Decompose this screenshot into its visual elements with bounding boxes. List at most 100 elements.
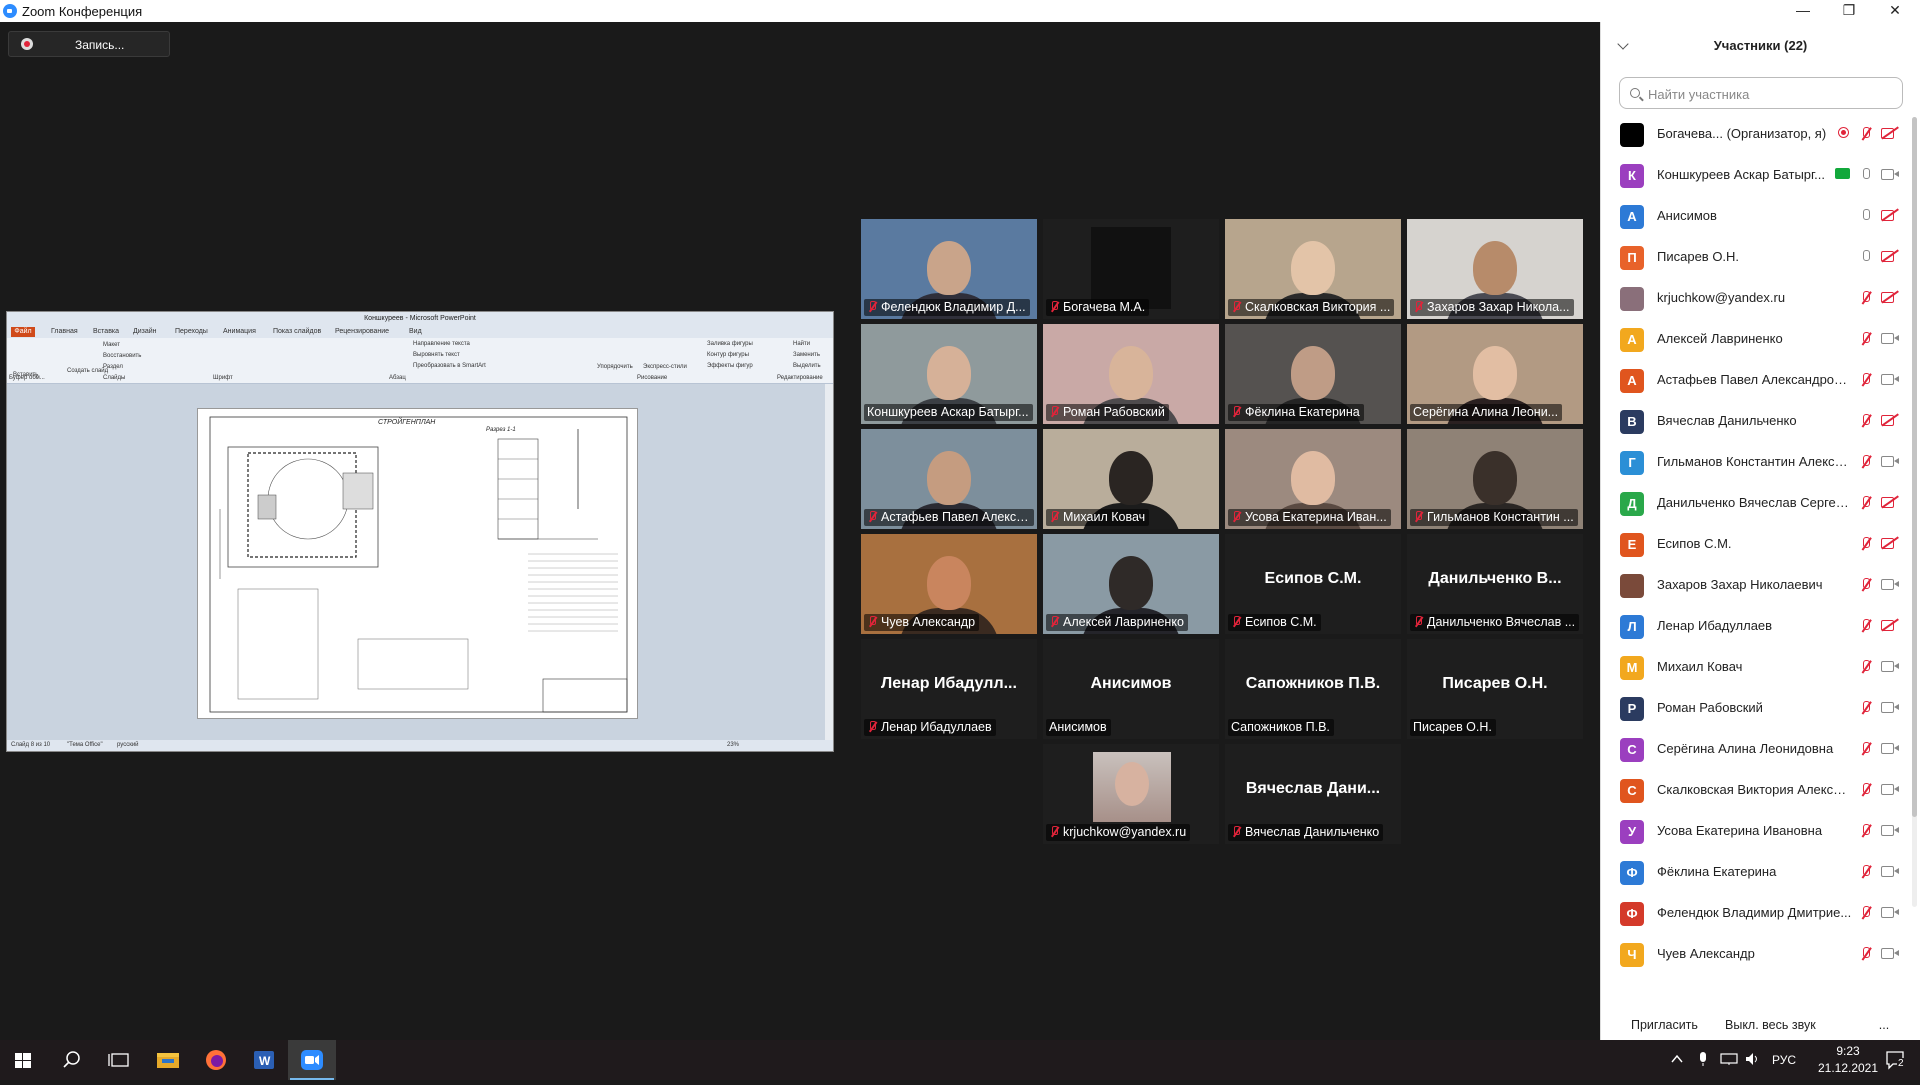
participant-row[interactable]: Богачева... (Организатор, я) bbox=[1601, 114, 1906, 155]
camera-off-icon[interactable] bbox=[1881, 496, 1899, 508]
camera-off-icon[interactable] bbox=[1881, 619, 1899, 631]
participant-row[interactable]: Г Гильманов Константин Алекса... bbox=[1601, 442, 1906, 483]
participant-row[interactable]: С Серёгина Алина Леонидовна bbox=[1601, 729, 1906, 770]
tray-chevron-icon[interactable] bbox=[1670, 1052, 1684, 1069]
muted-mic-icon[interactable] bbox=[1859, 782, 1873, 798]
network-icon[interactable] bbox=[1720, 1052, 1738, 1069]
camera-icon[interactable] bbox=[1881, 168, 1899, 180]
camera-icon[interactable] bbox=[1881, 906, 1899, 918]
muted-mic-icon[interactable] bbox=[1859, 577, 1873, 593]
participant-row[interactable]: Р Роман Рабовский bbox=[1601, 688, 1906, 729]
clock-time[interactable]: 9:23 bbox=[1820, 1044, 1876, 1058]
video-tile[interactable]: Писарев О.Н. Писарев О.Н. bbox=[1407, 639, 1583, 739]
video-tile[interactable]: Роман Рабовский bbox=[1043, 324, 1219, 424]
word-button[interactable]: W bbox=[240, 1040, 288, 1080]
recording-indicator[interactable]: Запись... bbox=[8, 31, 170, 57]
volume-icon[interactable] bbox=[1744, 1052, 1762, 1069]
camera-off-icon[interactable] bbox=[1881, 250, 1899, 262]
video-tile[interactable]: Усова Екатерина Иван... bbox=[1225, 429, 1401, 529]
muted-mic-icon[interactable] bbox=[1859, 331, 1873, 347]
invite-button[interactable]: Пригласить bbox=[1631, 1012, 1701, 1038]
video-tile[interactable]: Михаил Ковач bbox=[1043, 429, 1219, 529]
video-tile[interactable]: Серёгина Алина Леони... bbox=[1407, 324, 1583, 424]
video-tile[interactable]: Фёклина Екатерина bbox=[1225, 324, 1401, 424]
participant-row[interactable]: Л Ленар Ибадуллаев bbox=[1601, 606, 1906, 647]
video-tile[interactable]: Сапожников П.В. Сапожников П.В. bbox=[1225, 639, 1401, 739]
camera-icon[interactable] bbox=[1881, 455, 1899, 467]
mic-icon[interactable] bbox=[1859, 249, 1873, 265]
muted-mic-icon[interactable] bbox=[1859, 905, 1873, 921]
close-button[interactable]: ✕ bbox=[1872, 0, 1918, 22]
participant-row[interactable]: Е Есипов С.М. bbox=[1601, 524, 1906, 565]
camera-off-icon[interactable] bbox=[1881, 209, 1899, 221]
participant-row[interactable]: У Усова Екатерина Ивановна bbox=[1601, 811, 1906, 852]
file-explorer-button[interactable] bbox=[144, 1040, 192, 1080]
video-tile[interactable]: Чуев Александр bbox=[861, 534, 1037, 634]
muted-mic-icon[interactable] bbox=[1859, 126, 1873, 142]
video-tile[interactable]: krjuchkow@yandex.ru bbox=[1043, 744, 1219, 844]
participant-row[interactable]: Захаров Захар Николаевич bbox=[1601, 565, 1906, 606]
camera-icon[interactable] bbox=[1881, 660, 1899, 672]
video-tile[interactable]: Данильченко В... Данильченко Вячеслав ... bbox=[1407, 534, 1583, 634]
muted-mic-icon[interactable] bbox=[1859, 700, 1873, 716]
participant-row[interactable]: Ч Чуев Александр bbox=[1601, 934, 1906, 974]
firefox-button[interactable] bbox=[192, 1040, 240, 1080]
video-tile[interactable]: Есипов С.М. Есипов С.М. bbox=[1225, 534, 1401, 634]
input-language[interactable]: РУС bbox=[1772, 1053, 1796, 1067]
video-tile[interactable]: Астафьев Павел Алекса... bbox=[861, 429, 1037, 529]
participant-row[interactable]: Д Данильченко Вячеслав Сергее... bbox=[1601, 483, 1906, 524]
minimize-button[interactable]: — bbox=[1780, 0, 1826, 22]
camera-icon[interactable] bbox=[1881, 783, 1899, 795]
video-tile[interactable]: Фелендюк Владимир Д... bbox=[861, 219, 1037, 319]
camera-icon[interactable] bbox=[1881, 578, 1899, 590]
camera-icon[interactable] bbox=[1881, 742, 1899, 754]
video-tile[interactable]: Захаров Захар Никола... bbox=[1407, 219, 1583, 319]
camera-icon[interactable] bbox=[1881, 373, 1899, 385]
participant-search-input[interactable]: Найти участника bbox=[1619, 77, 1903, 109]
muted-mic-icon[interactable] bbox=[1859, 536, 1873, 552]
muted-mic-icon[interactable] bbox=[1859, 495, 1873, 511]
mute-all-button[interactable]: Выкл. весь звук bbox=[1725, 1012, 1821, 1038]
task-view-button[interactable] bbox=[96, 1040, 144, 1080]
participant-row[interactable]: С Скалковская Виктория Алексан... bbox=[1601, 770, 1906, 811]
more-options-button[interactable]: ... bbox=[1869, 1012, 1899, 1038]
camera-off-icon[interactable] bbox=[1881, 414, 1899, 426]
video-tile[interactable]: Гильманов Константин ... bbox=[1407, 429, 1583, 529]
microphone-icon[interactable] bbox=[1696, 1051, 1710, 1070]
muted-mic-icon[interactable] bbox=[1859, 946, 1873, 962]
scrollbar-thumb[interactable] bbox=[1912, 117, 1917, 817]
participant-row[interactable]: К Коншкуреев Аскар Батырг... bbox=[1601, 155, 1906, 196]
video-tile[interactable]: Алексей Лавриненко bbox=[1043, 534, 1219, 634]
participant-row[interactable]: krjuchkow@yandex.ru bbox=[1601, 278, 1906, 319]
muted-mic-icon[interactable] bbox=[1859, 372, 1873, 388]
participant-row[interactable]: В Вячеслав Данильченко bbox=[1601, 401, 1906, 442]
participant-row[interactable]: П Писарев О.Н. bbox=[1601, 237, 1906, 278]
participant-list-scrollbar[interactable] bbox=[1912, 117, 1917, 907]
video-tile[interactable]: Скалковская Виктория ... bbox=[1225, 219, 1401, 319]
video-tile[interactable]: Вячеслав Дани... Вячеслав Данильченко bbox=[1225, 744, 1401, 844]
video-tile[interactable]: Коншкуреев Аскар Батырг... bbox=[861, 324, 1037, 424]
muted-mic-icon[interactable] bbox=[1859, 659, 1873, 675]
camera-off-icon[interactable] bbox=[1881, 291, 1899, 303]
camera-icon[interactable] bbox=[1881, 824, 1899, 836]
notifications-button[interactable]: 2 bbox=[1884, 1049, 1908, 1074]
participant-row[interactable]: А Алексей Лавриненко bbox=[1601, 319, 1906, 360]
video-tile[interactable]: Анисимов Анисимов bbox=[1043, 639, 1219, 739]
zoom-taskbar-button[interactable] bbox=[288, 1040, 336, 1080]
clock-date[interactable]: 21.12.2021 bbox=[1816, 1061, 1880, 1075]
mic-icon[interactable] bbox=[1859, 208, 1873, 224]
participant-row[interactable]: Ф Фелендюк Владимир Дмитрие... bbox=[1601, 893, 1906, 934]
participant-row[interactable]: А Астафьев Павел Александрович bbox=[1601, 360, 1906, 401]
muted-mic-icon[interactable] bbox=[1859, 454, 1873, 470]
video-tile[interactable]: Богачева М.А. bbox=[1043, 219, 1219, 319]
camera-icon[interactable] bbox=[1881, 332, 1899, 344]
camera-icon[interactable] bbox=[1881, 865, 1899, 877]
restore-button[interactable]: ❐ bbox=[1826, 0, 1872, 22]
camera-off-icon[interactable] bbox=[1881, 537, 1899, 549]
start-button[interactable] bbox=[0, 1040, 48, 1080]
camera-off-icon[interactable] bbox=[1881, 127, 1899, 139]
muted-mic-icon[interactable] bbox=[1859, 413, 1873, 429]
camera-icon[interactable] bbox=[1881, 947, 1899, 959]
muted-mic-icon[interactable] bbox=[1859, 864, 1873, 880]
muted-mic-icon[interactable] bbox=[1859, 290, 1873, 306]
